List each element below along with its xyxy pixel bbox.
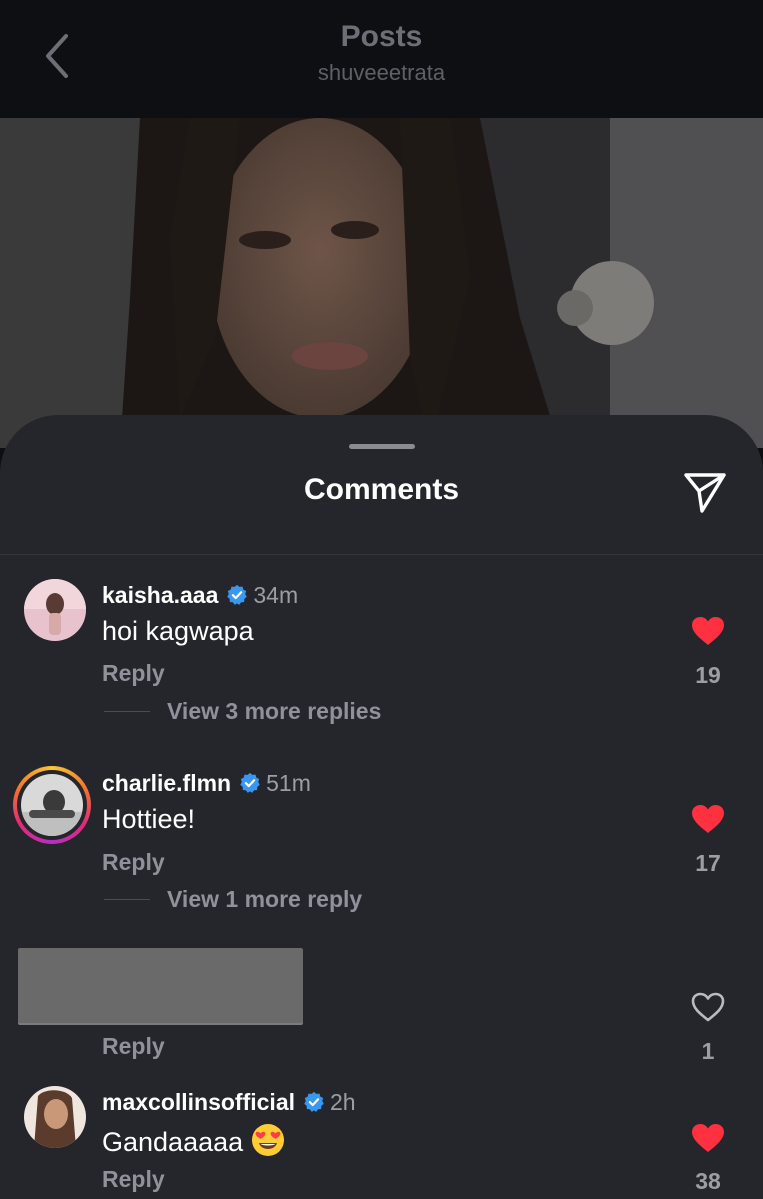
avatar: [21, 774, 83, 836]
top-nav-bar: Posts shuveeetrata: [0, 0, 763, 118]
page-title: Posts: [340, 20, 423, 53]
view-replies-button[interactable]: View 3 more replies: [104, 697, 381, 725]
comment-meta: maxcollinsofficial 2h: [102, 1087, 356, 1117]
reply-button[interactable]: Reply: [102, 660, 165, 687]
username[interactable]: maxcollinsofficial: [102, 1089, 295, 1116]
like-button[interactable]: [690, 1122, 726, 1154]
sheet-divider: [0, 554, 763, 555]
like-count: 17: [695, 850, 721, 876]
like-count: 1: [701, 1038, 715, 1064]
like-count: 19: [695, 662, 721, 688]
reply-button[interactable]: Reply: [102, 1033, 165, 1060]
sheet-title: Comments: [303, 473, 460, 506]
like-button[interactable]: [690, 991, 726, 1023]
comment-time: 34m: [253, 581, 299, 608]
comment-meta: kaisha.aaa 34m: [102, 580, 298, 610]
comment-text: Gandaaaaa: [102, 1123, 285, 1158]
heart-filled-icon: [692, 805, 724, 833]
like-count: 38: [695, 1168, 721, 1194]
verified-badge-icon: [304, 1091, 324, 1112]
avatar[interactable]: [24, 1086, 86, 1148]
like-button[interactable]: [690, 803, 726, 835]
view-replies-label: View 1 more reply: [167, 885, 363, 912]
verified-badge-icon: [240, 772, 260, 793]
heart-filled-icon: [692, 617, 724, 645]
heart-eyes-emoji: [252, 1124, 285, 1156]
replies-line: [104, 898, 150, 900]
post-photo: [0, 118, 763, 448]
reply-button[interactable]: Reply: [102, 1166, 165, 1193]
verified-badge-icon: [227, 584, 248, 605]
comment-meta: charlie.flmn 51m: [102, 768, 311, 798]
comment-text-content: Gandaaaaa: [102, 1127, 244, 1157]
view-replies-label: View 3 more replies: [167, 697, 382, 724]
share-button[interactable]: [682, 469, 728, 515]
sheet-drag-handle[interactable]: [349, 444, 415, 449]
replies-line: [104, 710, 150, 712]
avatar[interactable]: [24, 579, 86, 641]
redacted-comment-block: [18, 948, 303, 1023]
heart-outline-icon: [691, 992, 725, 1022]
comment-text: Hottiee!: [102, 804, 196, 834]
reply-button[interactable]: Reply: [102, 849, 165, 876]
comment-text: hoi kagwapa: [102, 616, 254, 646]
like-button[interactable]: [690, 615, 726, 647]
comment-time: 2h: [330, 1088, 356, 1115]
username[interactable]: kaisha.aaa: [102, 582, 218, 609]
send-icon: [684, 473, 726, 513]
heart-filled-icon: [692, 1124, 724, 1152]
username[interactable]: charlie.flmn: [102, 770, 231, 797]
comment-time: 51m: [266, 769, 311, 796]
page-subtitle-username[interactable]: shuveeetrata: [0, 60, 763, 86]
view-replies-button[interactable]: View 1 more reply: [104, 885, 362, 913]
avatar-story-ring[interactable]: [13, 766, 91, 844]
